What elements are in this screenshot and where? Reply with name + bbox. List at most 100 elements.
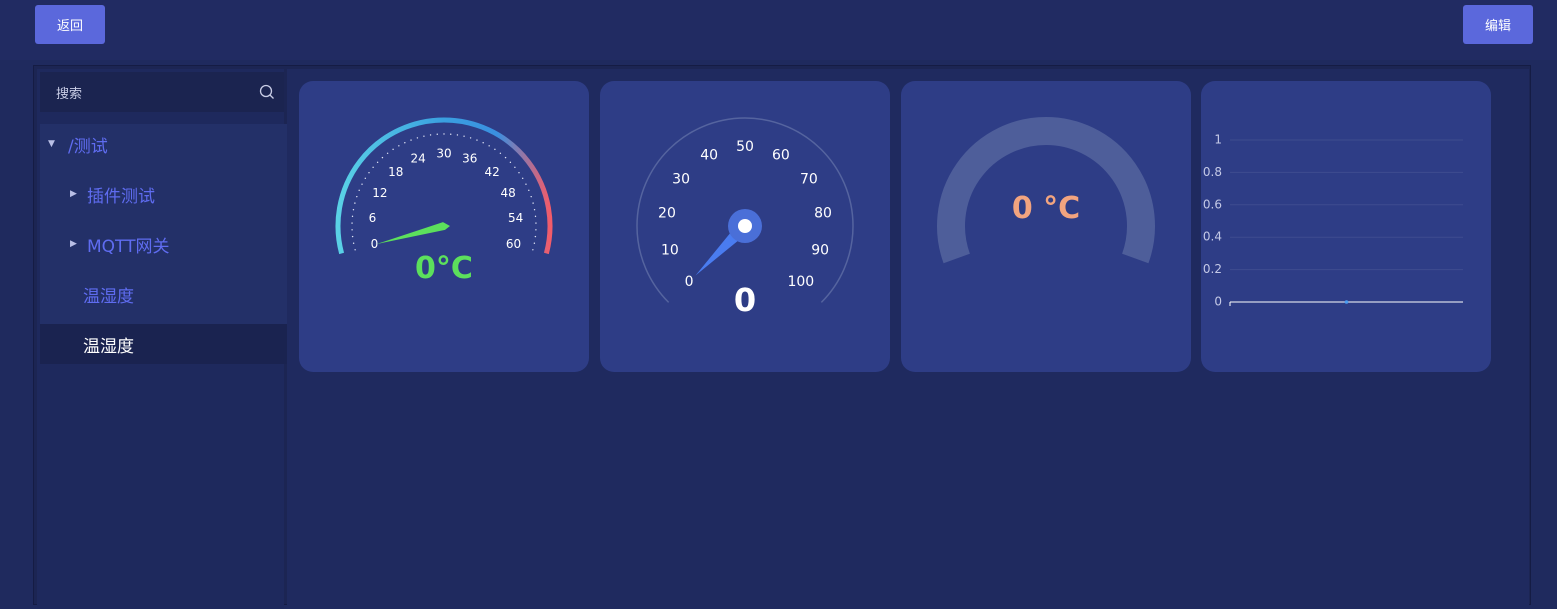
gauge-tick-label: 6 <box>369 211 377 225</box>
gauge-tick-labels: 06121824 30 3642485460 <box>369 147 524 252</box>
chart-y-tick-label: 0.8 <box>1203 165 1222 179</box>
gauge-hub-center <box>738 219 752 233</box>
gauge-card-temperature[interactable]: 0 6 12 18 24 30 36 42 48 54 60 0°C <box>299 81 589 372</box>
gauge-value: 0°C <box>415 251 473 286</box>
gauge-tick-label: 0 <box>371 237 379 251</box>
gauge-tick-mark <box>361 183 363 185</box>
back-button[interactable]: 返回 <box>35 5 105 44</box>
gauge-tick-label: 60 <box>506 237 521 251</box>
gauge-tick-mark <box>476 139 478 141</box>
gauge-tick-mark <box>469 137 472 139</box>
gauge-tick-mark <box>535 229 537 231</box>
gauge-tick-mark <box>416 137 419 139</box>
chart-y-tick-label: 0.4 <box>1203 230 1222 244</box>
gauge-tick-label: 90 <box>811 242 829 258</box>
gauge-tick-mark <box>368 172 370 174</box>
tree-node-label: 插件测试 <box>87 186 155 207</box>
gauge-tick-mark <box>534 215 537 218</box>
gauge-tick-label: 100 <box>787 274 814 290</box>
tree-node-root[interactable]: ▼ /测试 <box>40 124 287 164</box>
gauge-tick-label: 54 <box>508 211 523 225</box>
gauge-tick-mark <box>530 195 532 198</box>
gauge-tick-label: 60 <box>772 148 790 164</box>
gauge-tick-label: 40 <box>700 148 718 164</box>
gauge-tick-mark <box>351 215 354 218</box>
gauge-tick-mark <box>482 142 484 144</box>
line-chart: 1 0.8 0.6 0.4 0.2 0 <box>1203 133 1463 309</box>
top-toolbar: 返回 编辑 <box>0 0 1557 60</box>
gauge-tick-mark <box>535 222 537 224</box>
gauge-tick-mark <box>532 249 534 251</box>
caret-down-icon[interactable]: ▼ <box>48 139 60 149</box>
search-icon[interactable] <box>259 84 275 100</box>
gauge-tick-mark <box>518 172 520 174</box>
gauge-tick-mark <box>494 148 496 151</box>
chart-gridlines <box>1230 139 1463 271</box>
gauge-tick-mark <box>358 189 360 192</box>
gauge-tick-label: 50 <box>736 139 754 155</box>
dial-gauge: 0 10 20 30 40 50 60 70 80 90 100 0 <box>636 117 854 319</box>
arc-gauge: 0 °C <box>937 117 1155 264</box>
gauge-tick-label: 12 <box>372 186 387 200</box>
tree-node-label: MQTT网关 <box>87 236 170 257</box>
gauge-card-arc[interactable]: 0 °C <box>901 81 1191 372</box>
gauge-tick-mark <box>354 202 356 204</box>
gauge-tick-mark <box>410 139 412 141</box>
tree-node-label: 温湿度 <box>83 286 134 307</box>
tree-node-label: 温湿度 <box>83 336 134 357</box>
gauge-tick-mark <box>398 145 400 147</box>
gauge-tick-label: 24 <box>411 151 426 165</box>
sidebar: 搜索 ▼ /测试 ▶ 插件测试 ▶ MQTT网关 温湿度 温湿度 <box>37 69 287 609</box>
main-panel: 搜索 ▼ /测试 ▶ 插件测试 ▶ MQTT网关 温湿度 温湿度 0 6 12 … <box>33 65 1531 609</box>
gauge-tick-mark <box>532 202 534 204</box>
gauge-tick-mark <box>514 166 516 169</box>
gauge-tick-mark <box>372 166 374 169</box>
chart-y-tick-labels: 1 0.8 0.6 0.4 0.2 0 <box>1203 133 1222 309</box>
gauge-tick-label: 80 <box>814 206 832 222</box>
temperature-gauge: 06121824 30 3642485460 0°C <box>335 117 553 286</box>
chart-y-tick-label: 1 <box>1214 133 1222 147</box>
chart-point[interactable] <box>1344 300 1349 304</box>
caret-right-icon[interactable]: ▶ <box>70 239 82 249</box>
gauge-tick-mark <box>463 135 465 137</box>
gauge-tick-mark <box>423 135 425 137</box>
gauge-tick-mark <box>392 148 394 151</box>
chart-y-tick-label: 0.6 <box>1203 197 1222 211</box>
gauge-tick-mark <box>488 145 490 147</box>
chart-y-tick-label: 0.2 <box>1203 262 1222 276</box>
gauge-tick-mark <box>436 133 438 135</box>
dashboard-area: 0 6 12 18 24 30 36 42 48 54 60 0°C 0 10 20 30 40 50 60 70… <box>287 69 1529 609</box>
tree-node-plugin-test[interactable]: ▶ 插件测试 <box>40 174 287 214</box>
gauge-tick-label: 30 <box>672 172 690 188</box>
gauge-tick-mark <box>521 177 524 180</box>
gauge-tick-mark <box>528 189 530 192</box>
gauge-tick-mark <box>534 235 537 238</box>
gauge-tick-label: 30 <box>436 147 451 161</box>
line-chart-card[interactable]: 1 0.8 0.6 0.4 0.2 0 <box>1201 81 1491 372</box>
gauge-tick-mark <box>456 134 459 136</box>
gauge-tick-mark <box>351 229 353 231</box>
tree-node-label: /测试 <box>68 136 108 157</box>
gauge-needle <box>376 222 450 245</box>
gauge-value: 0 °C <box>1012 191 1080 226</box>
tree-node-mqtt-gateway[interactable]: ▶ MQTT网关 <box>40 224 287 264</box>
search-input[interactable]: 搜索 <box>40 72 284 112</box>
gauge-tick-mark <box>356 195 358 198</box>
gauge-value: 0 <box>734 281 756 319</box>
gauge-tick-mark <box>351 235 354 238</box>
chart-series <box>1344 300 1349 304</box>
gauge-tick-mark <box>381 156 384 159</box>
gauge-tick-mark <box>354 249 356 251</box>
gauge-tick-label: 20 <box>658 206 676 222</box>
search-placeholder: 搜索 <box>56 86 83 102</box>
tree-node-temp-humidity[interactable]: 温湿度 <box>40 274 287 314</box>
gauge-tick-mark <box>352 242 355 244</box>
gauge-tick-mark <box>533 209 536 211</box>
gauge-tick-label: 42 <box>485 165 500 179</box>
gauge-arc <box>335 117 553 255</box>
gauge-tick-mark <box>364 177 367 180</box>
gauge-card-dial[interactable]: 0 10 20 30 40 50 60 70 80 90 100 0 <box>600 81 890 372</box>
edit-button[interactable]: 编辑 <box>1463 5 1533 44</box>
tree-node-temp-humidity-selected[interactable]: 温湿度 <box>40 324 287 364</box>
caret-right-icon[interactable]: ▶ <box>70 189 82 199</box>
